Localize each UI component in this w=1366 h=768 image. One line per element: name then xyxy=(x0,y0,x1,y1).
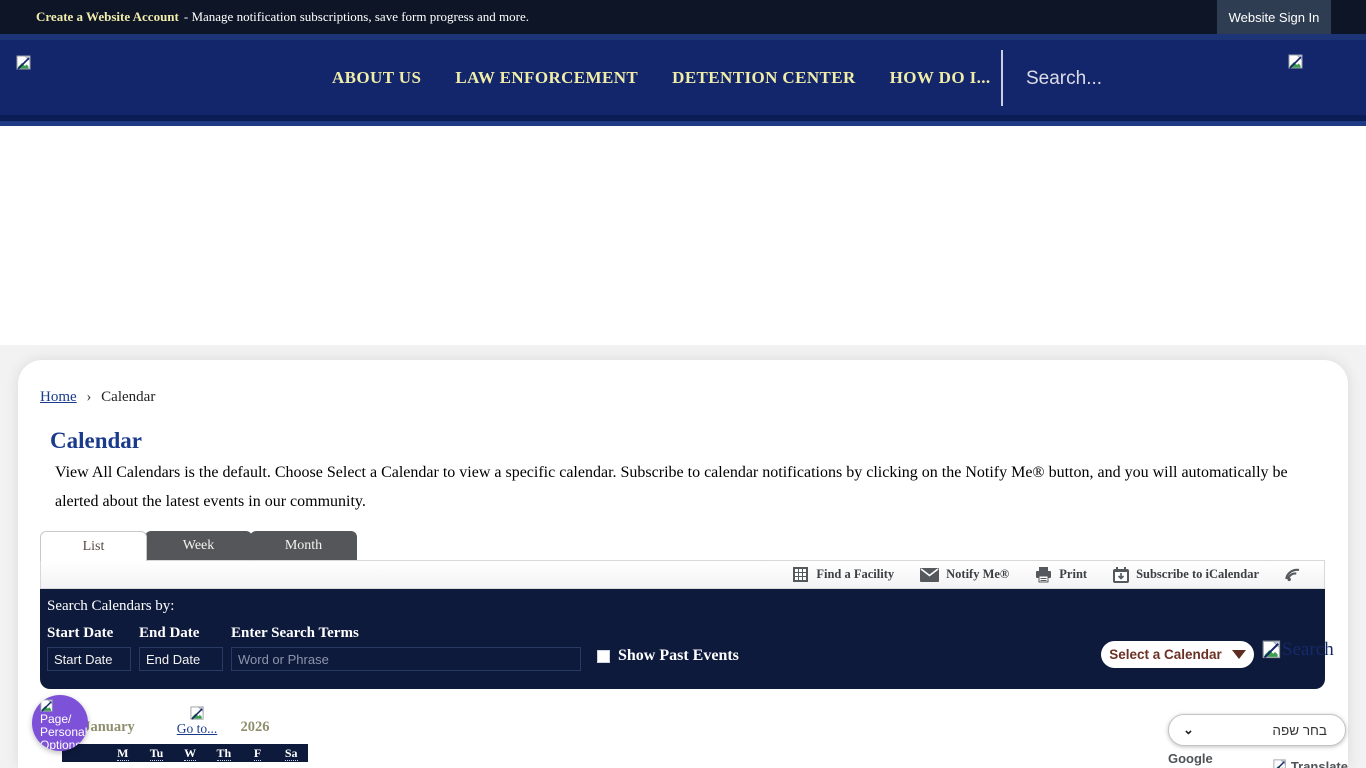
envelope-icon xyxy=(920,568,939,582)
day-header-link[interactable]: Tu xyxy=(150,746,164,761)
search-calendars-heading: Search Calendars by: xyxy=(47,598,174,615)
print-label: Print xyxy=(1059,567,1087,582)
search-terms-input[interactable] xyxy=(231,647,581,671)
header-search-divider xyxy=(1001,50,1003,106)
day-header-link[interactable]: F xyxy=(254,746,261,761)
header-search-button-broken-image-icon[interactable] xyxy=(1288,54,1304,70)
nav-law-enforcement[interactable]: LAW ENFORCEMENT xyxy=(453,62,640,94)
intro-paragraph: View All Calendars is the default. Choos… xyxy=(55,458,1295,516)
facility-grid-icon xyxy=(792,566,809,583)
start-date-input[interactable] xyxy=(47,647,131,671)
subscribe-icalendar-label: Subscribe to iCalendar xyxy=(1136,567,1259,582)
nav-detention-center[interactable]: DETENTION CENTER xyxy=(670,62,858,94)
show-past-events-control: Show Past Events xyxy=(597,647,739,665)
chevron-down-icon: ⌄ xyxy=(1183,722,1194,738)
mini-calendar-day-header-row: M Tu W Th F Sa xyxy=(62,744,308,762)
translate-widget: ⌄ בחר שפה Google Translate Translate xyxy=(1168,714,1348,768)
search-button-broken-image-icon xyxy=(1262,640,1282,660)
breadcrumb-separator: › xyxy=(86,389,91,405)
account-description: - Manage notification subscriptions, sav… xyxy=(184,9,529,25)
create-account-link[interactable]: Create a Website Account xyxy=(36,9,179,25)
language-select-value: בחר שפה xyxy=(1194,723,1327,738)
view-tabs: List Week Month xyxy=(40,531,357,561)
day-header-link[interactable]: Th xyxy=(217,746,232,761)
show-past-events-label: Show Past Events xyxy=(618,647,739,665)
calendar-search-button[interactable]: Search xyxy=(1262,639,1334,661)
translate-label: Translate xyxy=(1291,759,1348,768)
day-header-link[interactable]: W xyxy=(184,746,196,761)
day-header-monday: M xyxy=(106,744,140,762)
day-header-tuesday: Tu xyxy=(140,744,174,762)
subscribe-icalendar-button[interactable]: Subscribe to iCalendar xyxy=(1113,567,1259,583)
end-date-label: End Date xyxy=(139,625,199,642)
end-date-input[interactable] xyxy=(139,647,223,671)
select-a-calendar-dropdown[interactable]: Select a Calendar xyxy=(1101,641,1254,668)
content-card: Home › Calendar Calendar View All Calend… xyxy=(18,360,1348,768)
printer-icon xyxy=(1035,567,1052,583)
mini-calendar-year: 2026 xyxy=(220,706,290,736)
go-to-link[interactable]: Go to... xyxy=(174,721,220,737)
site-logo-broken-image-icon[interactable] xyxy=(16,55,32,71)
page: Create a Website Account - Manage notifi… xyxy=(0,0,1366,768)
day-header-thursday: Th xyxy=(207,744,241,762)
website-sign-in-button[interactable]: Website Sign In xyxy=(1217,0,1331,34)
notify-me-label: Notify Me® xyxy=(946,567,1009,582)
rss-icon xyxy=(1285,567,1302,582)
tab-week[interactable]: Week xyxy=(145,531,252,561)
select-a-calendar-label: Select a Calendar xyxy=(1109,647,1222,662)
google-translate-attribution: Google Translate Translate xyxy=(1168,751,1348,768)
rss-button[interactable] xyxy=(1285,567,1302,582)
nav-about-us[interactable]: ABOUT US xyxy=(330,62,423,94)
search-button-alt-text: Search xyxy=(1282,639,1334,661)
day-header-link[interactable]: M xyxy=(117,746,128,761)
day-header-wednesday: W xyxy=(173,744,207,762)
start-date-label: Start Date xyxy=(47,625,113,642)
google-translate-label: Google Translate xyxy=(1168,751,1269,768)
site-header: ABOUT US LAW ENFORCEMENT DETENTION CENTE… xyxy=(0,40,1366,115)
subscribe-calendar-icon xyxy=(1113,567,1129,583)
calendar-toolbar: Find a Facility Notify Me® Print Subscri… xyxy=(40,560,1325,589)
header-bottom-stripe-light xyxy=(0,121,1366,126)
translate-broken-image-icon xyxy=(1273,759,1287,768)
language-select[interactable]: ⌄ בחר שפה xyxy=(1168,714,1346,746)
calendar-search-panel: Search Calendars by: Start Date End Date… xyxy=(40,589,1325,689)
day-header-link[interactable]: Sa xyxy=(285,746,298,761)
breadcrumb-current: Calendar xyxy=(101,389,155,405)
tab-list[interactable]: List xyxy=(40,531,147,561)
tab-month[interactable]: Month xyxy=(250,531,357,561)
page-title: Calendar xyxy=(50,428,142,454)
breadcrumb: Home › Calendar xyxy=(40,389,155,406)
find-a-facility-button[interactable]: Find a Facility xyxy=(792,566,894,583)
day-header-friday: F xyxy=(241,744,275,762)
go-broken-image-icon xyxy=(174,706,220,721)
find-a-facility-label: Find a Facility xyxy=(816,567,894,582)
header-search-input[interactable] xyxy=(1026,62,1266,96)
search-terms-label: Enter Search Terms xyxy=(231,625,359,642)
top-utility-bar: Create a Website Account - Manage notifi… xyxy=(0,0,1366,34)
main-navigation: ABOUT US LAW ENFORCEMENT DETENTION CENTE… xyxy=(330,40,993,115)
show-past-events-checkbox[interactable] xyxy=(597,650,610,663)
print-button[interactable]: Print xyxy=(1035,567,1087,583)
chevron-down-icon xyxy=(1232,650,1246,659)
breadcrumb-home-link[interactable]: Home xyxy=(40,389,77,405)
accessibility-widget-button[interactable]: Page/ Personalization Options xyxy=(32,695,88,751)
mini-calendar-go-control: Go to... xyxy=(174,706,220,737)
nav-how-do-i[interactable]: HOW DO I... xyxy=(888,62,993,94)
day-header-saturday: Sa xyxy=(274,744,308,762)
notify-me-button[interactable]: Notify Me® xyxy=(920,567,1009,582)
